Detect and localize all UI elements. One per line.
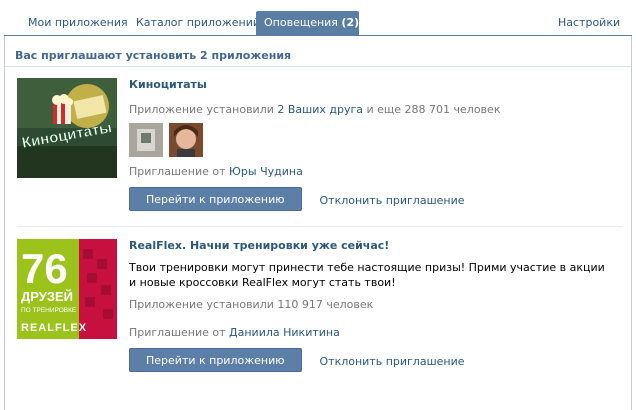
decline-invite-link[interactable]: Отклонить приглашение — [320, 355, 465, 368]
tab-my-apps[interactable]: Мои приложения — [20, 11, 136, 36]
friend-avatar[interactable] — [168, 123, 203, 157]
app-description: Твои тренировки могут принести тебе наст… — [129, 261, 605, 289]
installed-info: Приложение установили 2 Ваших друга и ещ… — [129, 103, 629, 117]
invite-prefix: Приглашение от — [129, 326, 230, 339]
app-thumbnail-realflex[interactable]: 76 ДРУЗЕЙ ПО ТРЕНИРОВКЕ REALFLEX — [17, 239, 117, 339]
go-to-app-button[interactable]: Перейти к приложению — [129, 187, 302, 211]
inviter-link[interactable]: Даниила Никитина — [229, 326, 340, 339]
app-thumbnail-kinocitaty[interactable]: Киноцитаты — [17, 78, 117, 178]
invite-info: Приглашение от Юры Чудина — [129, 165, 629, 179]
tab-notifications[interactable]: Оповещения (2) — [256, 11, 359, 36]
realflex-number: 76 — [21, 245, 68, 292]
tab-label: Мои приложения — [28, 16, 128, 29]
installed-info: Приложение установили 110 917 человек — [129, 298, 374, 311]
tab-label: Каталог приложений — [136, 16, 260, 29]
friends-link[interactable]: 2 Ваших друга — [277, 103, 363, 116]
header-divider — [5, 66, 631, 67]
invite-actions: Перейти к приложению Отклонить приглашени… — [129, 187, 629, 211]
app-divider — [17, 226, 622, 227]
decline-invite-link[interactable]: Отклонить приглашение — [320, 194, 465, 207]
invite-actions: Перейти к приложению Отклонить приглашени… — [129, 348, 629, 372]
inviter-link[interactable]: Юры Чудина — [229, 165, 303, 178]
invites-header: Вас приглашают установить 2 приложения — [15, 49, 292, 62]
app-title-link[interactable]: Киноцитаты — [129, 78, 207, 91]
realflex-training-text: ПО ТРЕНИРОВКЕ — [21, 307, 77, 314]
invite-info: Приглашение от Даниила Никитина — [129, 326, 629, 340]
tab-app-catalog[interactable]: Каталог приложений — [128, 11, 268, 36]
tab-label: Оповещения — [264, 16, 338, 29]
realflex-friends-text: ДРУЗЕЙ — [21, 289, 73, 304]
go-to-app-button[interactable]: Перейти к приложению — [129, 348, 302, 372]
invite-prefix: Приглашение от — [129, 165, 230, 178]
tab-bar: Мои приложения Каталог приложений Оповещ… — [4, 0, 632, 36]
friends-avatars — [129, 123, 629, 157]
tab-label: Настройки — [558, 16, 621, 29]
invites-panel: Вас приглашают установить 2 приложения К… — [4, 36, 632, 410]
friend-avatar[interactable] — [129, 123, 163, 157]
tab-settings[interactable]: Настройки — [550, 11, 628, 36]
installed-prefix: Приложение установили — [129, 103, 278, 116]
installed-suffix: и еще 288 701 человек — [363, 103, 501, 116]
notification-count: (2) — [341, 16, 360, 29]
realflex-brand-text: REALFLEX — [21, 322, 87, 334]
app-title-link[interactable]: RealFlex. Начни тренировки уже сейчас! — [129, 239, 389, 252]
